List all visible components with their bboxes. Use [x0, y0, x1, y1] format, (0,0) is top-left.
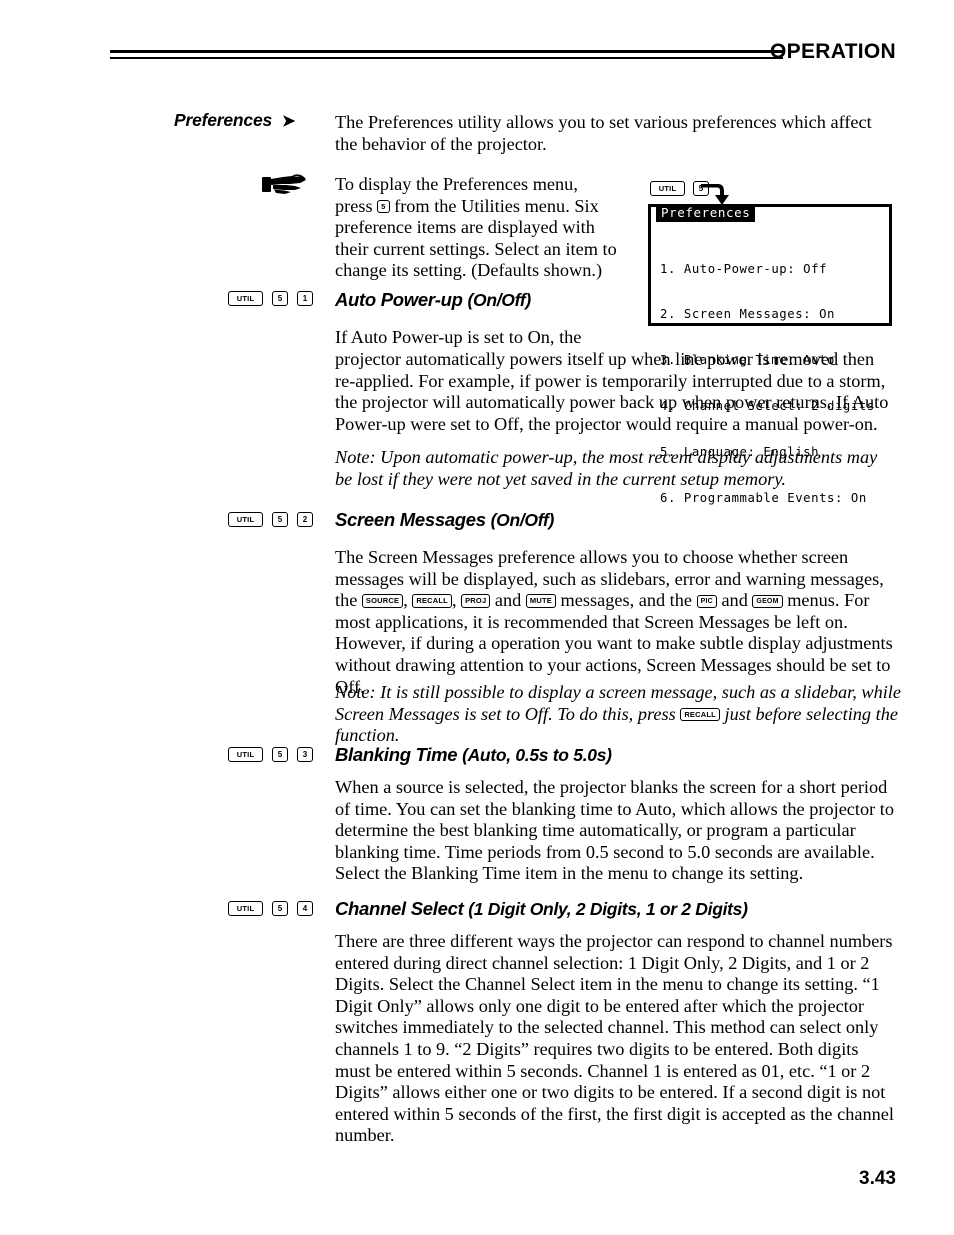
- heading-channel-select: Channel Select (1 Digit Only, 2 Digits, …: [335, 898, 748, 920]
- body-text: There are three different ways the proje…: [335, 931, 894, 1146]
- keycap-util-icon: UTIL: [650, 181, 685, 196]
- header-title: OPERATION: [770, 40, 896, 63]
- sep: messages, and the: [555, 590, 697, 611]
- heading-blanking-time: Blanking Time (Auto, 0.5s to 5.0s): [335, 744, 612, 766]
- tip-line-2-before: press: [335, 195, 378, 216]
- screen-messages-body: The Screen Messages preference allows yo…: [335, 547, 895, 698]
- keycap-util-icon: UTIL: [228, 512, 263, 527]
- heading-name: Auto Power-up: [335, 289, 463, 310]
- heading-auto-power-up: Auto Power-up (On/Off): [335, 289, 531, 311]
- page-header: OPERATION: [110, 40, 896, 84]
- osd-item: 6. Programmable Events: On: [660, 491, 867, 506]
- keyrow-auto-power-up: UTIL 5 1: [228, 291, 313, 306]
- auto-power-up-body-narrow: If Auto Power-up is set to On, the: [335, 327, 635, 349]
- keycap-util-icon: UTIL: [228, 291, 263, 306]
- tip-line-3: preference items are displayed with: [335, 217, 595, 238]
- body-text: The Screen Messages preference allows yo…: [335, 547, 895, 698]
- document-page: OPERATION Preferences ➤ The Preferences …: [0, 0, 954, 1235]
- keycap-4-icon: 4: [297, 901, 313, 916]
- auto-power-up-note: Note: Upon automatic power-up, the most …: [335, 447, 895, 490]
- section-side-heading: Preferences ➤: [174, 110, 334, 131]
- heading-name: Channel Select: [335, 898, 464, 919]
- sep: ,: [403, 590, 413, 611]
- osd-item: 2. Screen Messages: On: [660, 307, 835, 322]
- heading-screen-messages: Screen Messages (On/Off): [335, 509, 554, 531]
- note-text: Note: It is still possible to display a …: [335, 682, 903, 747]
- screen-messages-note: Note: It is still possible to display a …: [335, 682, 903, 747]
- heading-name: Blanking Time: [335, 744, 458, 765]
- keycap-5-icon: 5: [377, 199, 390, 214]
- tip-line-5: change its setting. (Defaults shown.): [335, 260, 603, 281]
- keycap-pic-icon: PIC: [696, 595, 717, 609]
- heading-options: (Auto, 0.5s to 5.0s): [462, 745, 612, 765]
- keycap-1-icon: 1: [297, 291, 313, 306]
- right-arrow-icon: ➤: [282, 113, 296, 130]
- body-text: If Auto Power-up is set to On, the: [335, 327, 582, 347]
- sep: ,: [451, 590, 462, 611]
- keycap-2-icon: 2: [297, 512, 313, 527]
- tip-paragraph: To display the Preferences menu, press 5…: [335, 174, 635, 282]
- keycap-5-icon: 5: [272, 747, 288, 762]
- tip-line-4: their current settings. Select an item t…: [335, 238, 617, 259]
- tip-line-1: To display the Preferences menu,: [335, 174, 578, 194]
- keycap-5-icon: 5: [272, 512, 288, 527]
- keycap-geom-icon: GEOM: [752, 595, 783, 609]
- tip-line-2: press 5 from the Utilities menu. Six: [335, 196, 635, 218]
- heading-options: (On/Off): [490, 510, 555, 530]
- osd-item: 1. Auto-Power-up: Off: [660, 261, 828, 276]
- body-text: When a source is selected, the projector…: [335, 777, 895, 884]
- curved-arrow-icon: [700, 178, 734, 206]
- sep: and: [490, 590, 526, 611]
- keycap-util-icon: UTIL: [228, 901, 263, 916]
- keyrow-screen-messages: UTIL 5 2: [228, 512, 313, 527]
- intro-text: The Preferences utility allows you to se…: [335, 112, 872, 154]
- sep: and: [716, 590, 753, 611]
- heading-name: Screen Messages: [335, 509, 486, 530]
- keycap-source-icon: SOURCE: [361, 594, 404, 608]
- keyrow-channel-select: UTIL 5 4: [228, 901, 313, 916]
- tip-line-2-after: from the Utilities menu. Six: [389, 195, 599, 216]
- heading-options: (On/Off): [467, 290, 532, 310]
- note-text: Note: Upon automatic power-up, the most …: [335, 447, 878, 489]
- page-number: 3.43: [859, 1168, 896, 1189]
- header-rule-icon: [110, 50, 783, 60]
- heading-options: (1 Digit Only, 2 Digits, 1 or 2 Digits): [468, 899, 748, 919]
- channel-select-body: There are three different ways the proje…: [335, 931, 895, 1147]
- osd-menu-title: Preferences: [656, 204, 756, 222]
- keycap-3-icon: 3: [297, 747, 313, 762]
- body-text: projector automatically powers itself up…: [335, 349, 889, 434]
- keycap-mute-icon: MUTE: [525, 594, 556, 608]
- keycap-5-icon: 5: [272, 901, 288, 916]
- intro-paragraph: The Preferences utility allows you to se…: [335, 112, 895, 155]
- blanking-time-body: When a source is selected, the projector…: [335, 777, 895, 885]
- keycap-proj-icon: PROJ: [461, 594, 491, 608]
- keycap-util-icon: UTIL: [228, 747, 263, 762]
- keyrow-blanking-time: UTIL 5 3: [228, 747, 313, 762]
- pointing-hand-icon: [262, 172, 308, 198]
- side-heading-label: Preferences: [174, 110, 273, 130]
- keycap-recall-icon: RECALL: [680, 707, 720, 722]
- auto-power-up-body: projector automatically powers itself up…: [335, 349, 895, 435]
- keycap-recall-icon: RECALL: [412, 594, 452, 608]
- keycap-5-icon: 5: [272, 291, 288, 306]
